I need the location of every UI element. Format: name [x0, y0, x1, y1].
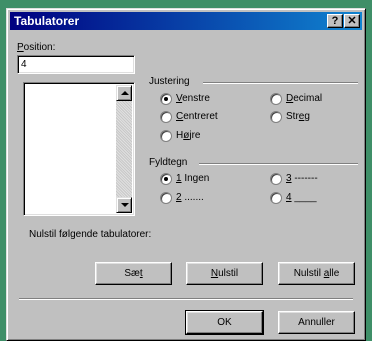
clear-tabs-label: Nulstil følgende tabulatorer: — [29, 229, 152, 240]
label-fill-3[interactable]: 3 ------- — [286, 173, 318, 184]
cancel-button[interactable]: Annuller — [278, 311, 355, 334]
label-fill-4[interactable]: 4 ____ — [286, 192, 317, 203]
reset-all-button[interactable]: Nulstil alle — [278, 262, 355, 285]
justering-group-line — [203, 82, 358, 84]
radio-fill-2[interactable] — [160, 192, 172, 204]
title-bar: Tabulatorer ? ✕ — [10, 12, 362, 30]
radio-venstre[interactable] — [160, 93, 172, 105]
radio-fill-4[interactable] — [270, 192, 282, 204]
position-input[interactable] — [17, 55, 135, 74]
fyldtegn-heading: Fyldtegn — [149, 157, 188, 168]
close-button[interactable]: ✕ — [344, 14, 360, 28]
window-title: Tabulatorer — [14, 14, 80, 28]
set-button[interactable]: Sæt — [95, 262, 172, 285]
scroll-down-button[interactable] — [116, 197, 132, 213]
position-label: Position: — [17, 42, 56, 53]
radio-centreret[interactable] — [160, 111, 172, 123]
tabs-dialog: Tabulatorer ? ✕ Position: Justering Vens… — [6, 8, 366, 341]
reset-button[interactable]: Nulstil — [186, 262, 263, 285]
separator-line — [19, 298, 353, 300]
radio-decimal[interactable] — [270, 93, 282, 105]
scroll-up-button[interactable] — [116, 85, 132, 101]
label-venstre[interactable]: Venstre — [176, 93, 210, 104]
help-button[interactable]: ? — [327, 14, 343, 28]
radio-selected-dot — [164, 97, 168, 101]
radio-fill-1[interactable] — [160, 173, 172, 185]
label-hojre[interactable]: Højre — [176, 130, 200, 141]
tab-stops-list[interactable] — [23, 82, 135, 216]
justering-heading: Justering — [149, 76, 190, 87]
radio-hojre[interactable] — [160, 130, 172, 142]
list-scrollbar[interactable] — [116, 85, 132, 213]
ok-button[interactable]: OK — [185, 310, 264, 335]
fyldtegn-group-line — [199, 163, 358, 165]
label-centreret[interactable]: Centreret — [176, 111, 218, 122]
label-fill-2[interactable]: 2 ....... — [176, 192, 204, 203]
arrow-up-icon — [121, 91, 129, 95]
arrow-down-icon — [121, 203, 129, 207]
label-fill-1[interactable]: 1 Ingen — [176, 173, 209, 184]
radio-streg[interactable] — [270, 111, 282, 123]
radio-fill-3[interactable] — [270, 173, 282, 185]
label-decimal[interactable]: Decimal — [286, 93, 322, 104]
label-streg[interactable]: Streg — [286, 111, 310, 122]
radio-selected-dot — [164, 177, 168, 181]
